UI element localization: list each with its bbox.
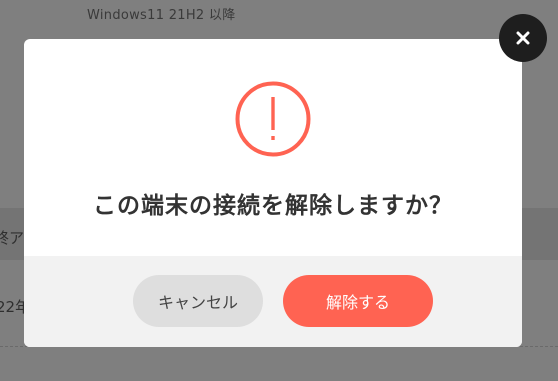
exclamation-circle-icon [235, 81, 311, 157]
dialog-footer: キャンセル 解除する [24, 256, 522, 347]
cancel-button[interactable]: キャンセル [133, 275, 263, 327]
disconnect-button[interactable]: 解除する [283, 275, 433, 327]
dialog-message: この端末の接続を解除しますか？ [93, 193, 453, 219]
os-requirement-text: Windows11 21H2 以降 [87, 8, 236, 23]
confirm-dialog: この端末の接続を解除しますか？ キャンセル 解除する [24, 39, 522, 347]
background-text-fragment: 終ア [0, 229, 25, 247]
close-button[interactable] [499, 14, 547, 62]
close-icon [516, 31, 530, 45]
dialog-body: この端末の接続を解除しますか？ [24, 39, 522, 256]
